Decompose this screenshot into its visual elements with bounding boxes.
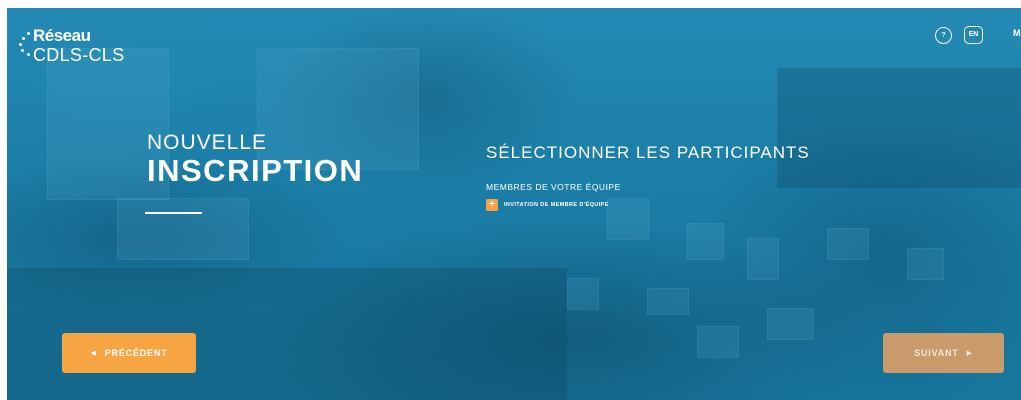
invite-team-member-label: INVITATION DE MEMBRE D'ÉQUIPE [504,202,609,208]
registration-screen: Réseau CDLS-CLS ? EN M NOUVELLE INSCRIPT… [7,8,1021,400]
logo-dots-icon [17,32,33,58]
triangle-left-icon: ◀ [90,350,97,357]
plus-icon: + [486,199,498,211]
title-divider [145,212,202,214]
menu-button[interactable]: M [1013,28,1021,38]
next-button[interactable]: SUIVANT ▶ [883,333,1004,373]
section-heading: SÉLECTIONNER LES PARTICIPANTS [486,143,810,162]
page-title-line1: NOUVELLE [147,131,268,154]
team-members-label: MEMBRES DE VOTRE ÉQUIPE [486,182,621,192]
logo-text-reseau: Réseau [33,26,91,45]
page-title-line2: INSCRIPTION [147,153,364,188]
previous-button-label: PRÉCÉDENT [104,348,168,358]
previous-button[interactable]: ◀ PRÉCÉDENT [62,333,196,373]
next-button-label: SUIVANT [914,348,959,358]
invite-team-member-link[interactable]: + INVITATION DE MEMBRE D'ÉQUIPE [486,198,609,212]
language-toggle-button[interactable]: EN [964,26,983,44]
help-icon[interactable]: ? [935,27,952,44]
logo-text-cdls: CDLS-CLS [33,45,125,65]
triangle-right-icon: ▶ [966,350,973,357]
